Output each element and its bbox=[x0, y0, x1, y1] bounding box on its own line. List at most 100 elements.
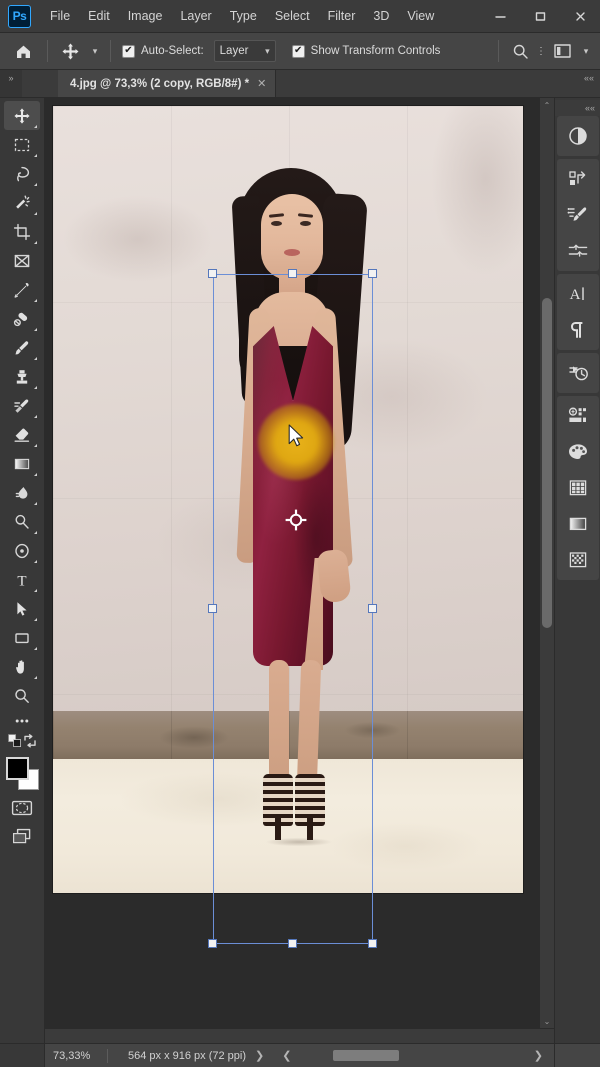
horizontal-scrollbar-thumb[interactable] bbox=[333, 1050, 400, 1061]
character-panel-icon[interactable]: A bbox=[559, 277, 597, 311]
default-colors-icon[interactable] bbox=[8, 733, 23, 753]
workspace-caret-icon[interactable]: ▾ bbox=[578, 37, 594, 65]
pen-tool[interactable] bbox=[4, 536, 40, 565]
transform-handle-middle-left[interactable] bbox=[208, 604, 217, 613]
status-bar-right-pad bbox=[554, 1044, 600, 1067]
move-tool-icon[interactable] bbox=[55, 37, 85, 65]
menu-edit[interactable]: Edit bbox=[79, 4, 119, 28]
libraries-panel-icon[interactable] bbox=[559, 399, 597, 433]
menu-layer[interactable]: Layer bbox=[171, 4, 220, 28]
auto-select-label: Auto-Select: bbox=[141, 45, 204, 57]
menu-view[interactable]: View bbox=[398, 4, 443, 28]
zoom-tool[interactable] bbox=[4, 681, 40, 710]
rail-group-actions bbox=[556, 353, 599, 393]
crop-tool[interactable] bbox=[4, 217, 40, 246]
type-tool[interactable]: T bbox=[4, 565, 40, 594]
auto-select-target-dropdown[interactable]: Layer ▾ bbox=[213, 40, 276, 62]
scroll-left-icon[interactable]: ❮ bbox=[273, 1049, 300, 1062]
reference-point-icon[interactable] bbox=[285, 509, 307, 531]
quick-mask-button[interactable] bbox=[4, 797, 40, 819]
close-button[interactable] bbox=[560, 0, 600, 32]
patterns-panel-icon[interactable] bbox=[559, 543, 597, 577]
auto-select-checkbox[interactable]: ✔ bbox=[122, 44, 135, 58]
canvas-viewport[interactable]: ⌃ ⌄ bbox=[45, 98, 554, 1028]
transform-handle-top-center[interactable] bbox=[288, 269, 297, 278]
document-tab-close-icon[interactable]: ✕ bbox=[257, 77, 266, 90]
vertical-scrollbar-thumb[interactable] bbox=[542, 298, 552, 628]
auto-select-checkbox-row[interactable]: ✔ Auto-Select: bbox=[118, 44, 208, 58]
transform-handle-bottom-right[interactable] bbox=[368, 939, 377, 948]
screen-mode-button[interactable] bbox=[4, 825, 40, 847]
paragraph-panel-icon[interactable] bbox=[559, 313, 597, 347]
workspace-icon[interactable] bbox=[548, 37, 576, 65]
lasso-tool[interactable] bbox=[4, 159, 40, 188]
rail-collapse-icon[interactable]: «« bbox=[555, 100, 600, 116]
hand-tool[interactable] bbox=[4, 652, 40, 681]
blur-tool[interactable] bbox=[4, 478, 40, 507]
swap-colors-icon[interactable] bbox=[23, 733, 37, 753]
transform-handle-middle-right[interactable] bbox=[368, 604, 377, 613]
history-panel-icon[interactable] bbox=[559, 162, 597, 196]
move-tool-presets-caret[interactable]: ▾ bbox=[87, 37, 103, 65]
rectangular-marquee-tool[interactable] bbox=[4, 130, 40, 159]
menu-file[interactable]: File bbox=[41, 4, 79, 28]
transform-handle-bottom-left[interactable] bbox=[208, 939, 217, 948]
rectangle-tool[interactable] bbox=[4, 623, 40, 652]
edit-toolbar-button[interactable] bbox=[4, 710, 40, 732]
scroll-up-icon[interactable]: ⌃ bbox=[540, 98, 554, 112]
eyedropper-tool[interactable] bbox=[4, 275, 40, 304]
history-brush-tool[interactable] bbox=[4, 391, 40, 420]
transform-handle-top-left[interactable] bbox=[208, 269, 217, 278]
clone-stamp-tool[interactable] bbox=[4, 362, 40, 391]
color-palette-panel-icon[interactable] bbox=[559, 435, 597, 469]
healing-brush-tool[interactable] bbox=[4, 304, 40, 333]
search-icon[interactable] bbox=[506, 37, 534, 65]
path-selection-tool[interactable] bbox=[4, 594, 40, 623]
maximize-button[interactable] bbox=[520, 0, 560, 32]
document-tab[interactable]: 4.jpg @ 73,3% (2 copy, RGB/8#) * ✕ bbox=[58, 70, 277, 97]
tabbar-collapse-icon[interactable]: «« bbox=[578, 70, 600, 97]
status-zoom-level[interactable]: 73,33% bbox=[45, 1050, 107, 1062]
gradients-panel-icon[interactable] bbox=[559, 507, 597, 541]
panel-expand-icon[interactable]: » bbox=[0, 70, 22, 97]
canvas-area: ⌃ ⌄ bbox=[45, 98, 554, 1043]
options-overflow-dots[interactable]: ⋮ bbox=[536, 37, 546, 65]
ground-shadow bbox=[253, 836, 345, 848]
adjustments-panel-icon[interactable] bbox=[559, 119, 597, 153]
brushes-panel-icon[interactable] bbox=[559, 234, 597, 268]
document-tab-title: 4.jpg @ 73,3% (2 copy, RGB/8#) * bbox=[70, 77, 250, 90]
status-expand-icon[interactable]: ❯ bbox=[246, 1049, 273, 1062]
healing-brush-flyout-marker bbox=[34, 328, 37, 331]
magic-wand-tool[interactable] bbox=[4, 188, 40, 217]
frame-tool[interactable] bbox=[4, 246, 40, 275]
tabbar-gap bbox=[22, 70, 58, 97]
artboard[interactable] bbox=[53, 106, 523, 893]
scroll-down-icon[interactable]: ⌄ bbox=[540, 1014, 554, 1028]
color-swatches[interactable] bbox=[4, 756, 40, 792]
minimize-button[interactable] bbox=[480, 0, 520, 32]
rectangle-tool-flyout-marker bbox=[34, 647, 37, 650]
dodge-tool[interactable] bbox=[4, 507, 40, 536]
actions-panel-icon[interactable] bbox=[559, 356, 597, 390]
eraser-tool[interactable] bbox=[4, 420, 40, 449]
blur-tool-flyout-marker bbox=[34, 502, 37, 505]
menu-filter[interactable]: Filter bbox=[319, 4, 365, 28]
menu-3d[interactable]: 3D bbox=[364, 4, 398, 28]
show-transform-controls-checkbox[interactable]: ✔ bbox=[291, 44, 305, 58]
gradient-tool[interactable] bbox=[4, 449, 40, 478]
status-horizontal-scrollbar[interactable]: ❮ ❯ bbox=[273, 1044, 554, 1067]
foreground-color-swatch[interactable] bbox=[6, 757, 29, 780]
brush-settings-panel-icon[interactable] bbox=[559, 198, 597, 232]
swatches-panel-icon[interactable] bbox=[559, 471, 597, 505]
move-tool[interactable] bbox=[4, 101, 40, 130]
menu-select[interactable]: Select bbox=[266, 4, 319, 28]
brush-tool[interactable] bbox=[4, 333, 40, 362]
scroll-right-icon[interactable]: ❯ bbox=[525, 1049, 552, 1062]
show-transform-controls-row[interactable]: ✔ Show Transform Controls bbox=[288, 44, 445, 58]
transform-handle-top-right[interactable] bbox=[368, 269, 377, 278]
menu-image[interactable]: Image bbox=[119, 4, 172, 28]
menu-type[interactable]: Type bbox=[221, 4, 266, 28]
home-icon[interactable] bbox=[6, 36, 40, 66]
transform-handle-bottom-center[interactable] bbox=[288, 939, 297, 948]
canvas-vertical-scrollbar[interactable]: ⌃ ⌄ bbox=[539, 98, 554, 1028]
